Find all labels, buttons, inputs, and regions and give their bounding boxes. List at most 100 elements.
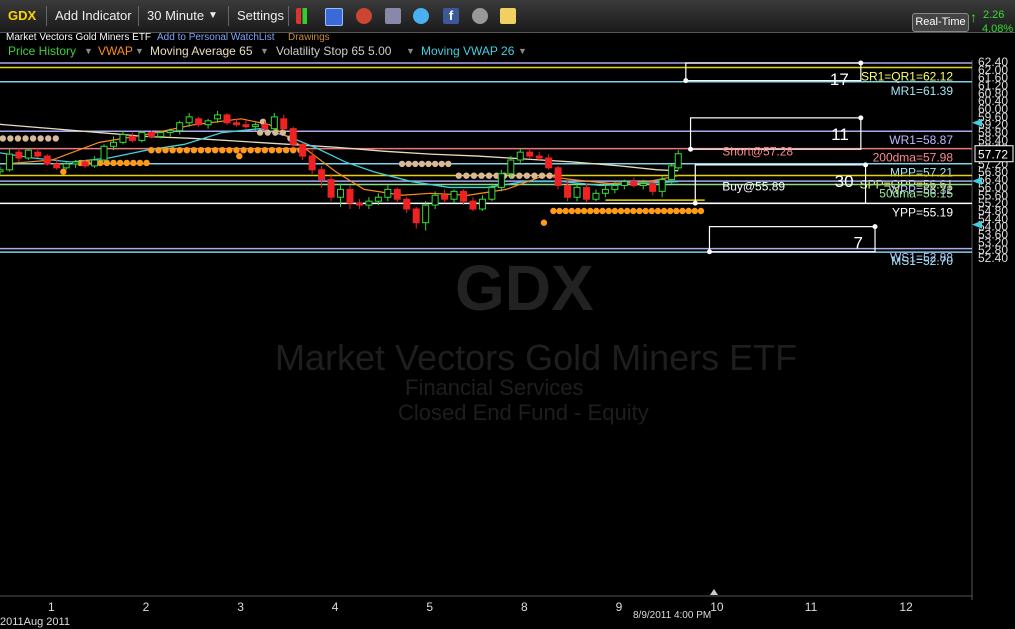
candle-body	[564, 184, 572, 198]
symbol-field[interactable]: GDX	[8, 0, 36, 32]
box-handle[interactable]	[706, 249, 712, 255]
candle-body	[573, 186, 581, 198]
box-label: 11	[831, 125, 849, 144]
candle-body	[185, 116, 193, 124]
volatility-stop-dot	[60, 168, 67, 175]
volatility-stop-dot	[685, 207, 692, 215]
volatility-stop-dot	[136, 159, 144, 167]
candle-body	[43, 155, 51, 165]
box-label: 17	[830, 70, 849, 89]
chevron-down-icon[interactable]: ▼	[260, 43, 269, 59]
candle-body	[280, 118, 288, 130]
candle-body	[403, 198, 411, 210]
volatility-stop-dot	[623, 207, 631, 215]
last-price-label: 57.72	[978, 148, 1008, 162]
candle-body	[204, 120, 212, 126]
add-indicator-button[interactable]: Add Indicator	[55, 0, 132, 32]
volatility-stop-dot	[523, 172, 531, 179]
separator	[288, 6, 289, 26]
volatility-stop-dot	[169, 147, 176, 154]
candle-body	[630, 181, 638, 186]
candle-body	[119, 134, 127, 143]
x-tick-label: 4	[332, 600, 339, 614]
volatility-stop-dot	[599, 207, 606, 215]
chart-type-icon[interactable]	[296, 8, 312, 24]
x-tick-label: 2	[143, 600, 150, 614]
settings-button[interactable]: Settings	[237, 0, 284, 32]
notes-icon[interactable]	[500, 8, 516, 24]
price-chart[interactable]: GDX Market Vectors Gold Miners ETFFinanci…	[0, 0, 1015, 629]
volatility-stop-dot	[431, 160, 439, 168]
volatility-stop-dot	[648, 207, 655, 215]
volatility-stop-dot	[236, 152, 243, 160]
candle-body	[526, 151, 534, 157]
chevron-down-icon[interactable]: ▼	[84, 43, 93, 59]
change-value: 2.26	[983, 9, 1005, 21]
x-tick-label: 10	[710, 600, 724, 614]
candle-body	[261, 124, 269, 130]
volatility-stop-dot	[673, 207, 680, 215]
volatility-stop-dot	[531, 172, 538, 179]
volatility-stop-dot	[636, 207, 643, 215]
volatility-stop-dot	[45, 135, 52, 142]
box-handle[interactable]	[858, 115, 864, 121]
box-handle[interactable]	[872, 224, 878, 230]
box-handle[interactable]	[683, 78, 689, 84]
indicator-vwap[interactable]: VWAP	[98, 43, 133, 59]
volatility-stop-dot	[204, 147, 212, 154]
indicator-moving-average[interactable]: Moving Average 65	[150, 43, 253, 59]
chevron-down-icon[interactable]: ▼	[518, 43, 527, 59]
volatility-stop-dot	[593, 207, 600, 215]
candle-body	[214, 114, 222, 120]
box-handle[interactable]	[858, 60, 864, 66]
level-label: MR1=61.39	[891, 84, 954, 98]
save-icon[interactable]	[325, 8, 343, 26]
candle-body	[507, 159, 515, 175]
candle-body	[346, 188, 354, 204]
candle-body	[270, 116, 278, 130]
y-tick-label: 52.40	[978, 251, 1008, 265]
candle-body	[535, 155, 543, 159]
interval-select[interactable]: 30 Minute	[147, 0, 204, 32]
twitter-icon[interactable]	[413, 8, 429, 24]
chevron-down-icon[interactable]: ▼	[208, 0, 218, 32]
volatility-stop-dot	[155, 147, 162, 154]
volatility-stop-dot	[261, 147, 269, 154]
box-handle[interactable]	[863, 162, 869, 168]
volatility-stop-dot	[272, 129, 279, 136]
indicator-bar: Price History ▼ VWAP ▼ Moving Average 65…	[0, 43, 930, 59]
volatility-stop-dot	[605, 207, 612, 215]
binoculars-icon[interactable]	[472, 8, 488, 24]
volatility-stop-dot	[190, 147, 198, 154]
chevron-down-icon[interactable]: ▼	[135, 43, 144, 59]
volatility-stop-dot	[546, 172, 553, 179]
volatility-stop-dot	[654, 207, 662, 215]
candle-body	[5, 153, 13, 171]
candle-body	[674, 153, 682, 169]
indicator-price-history[interactable]: Price History	[8, 43, 76, 59]
volatility-stop-dot	[123, 159, 130, 167]
candle-body	[412, 208, 420, 224]
volatility-stop-dot	[587, 207, 594, 215]
facebook-icon[interactable]: f	[443, 8, 459, 24]
volatility-stop-dot	[445, 160, 452, 168]
volatility-stop-dot	[226, 147, 233, 154]
volatility-stop-dot	[176, 147, 183, 154]
candle-body	[649, 183, 657, 192]
candle-body	[355, 202, 363, 206]
volatility-stop-dot	[211, 147, 219, 154]
chevron-down-icon[interactable]: ▼	[406, 43, 415, 59]
trade-annotation: Short@57.28	[722, 145, 793, 159]
volatility-stop-dot	[7, 135, 14, 142]
alarm-clock-icon[interactable]	[356, 8, 372, 24]
candle-body	[251, 124, 259, 128]
indicator-volatility-stop[interactable]: Volatility Stop 65 5.00	[276, 43, 391, 59]
volatility-stop-dot	[162, 147, 169, 154]
volatility-stop-dot	[268, 147, 276, 154]
box-handle[interactable]	[688, 146, 694, 152]
indicator-moving-vwap[interactable]: Moving VWAP 26	[421, 43, 514, 59]
candle-body	[81, 161, 89, 167]
realtime-button[interactable]: Real-Time	[912, 13, 969, 32]
copy-icon[interactable]	[385, 8, 401, 24]
box-handle[interactable]	[692, 200, 698, 206]
